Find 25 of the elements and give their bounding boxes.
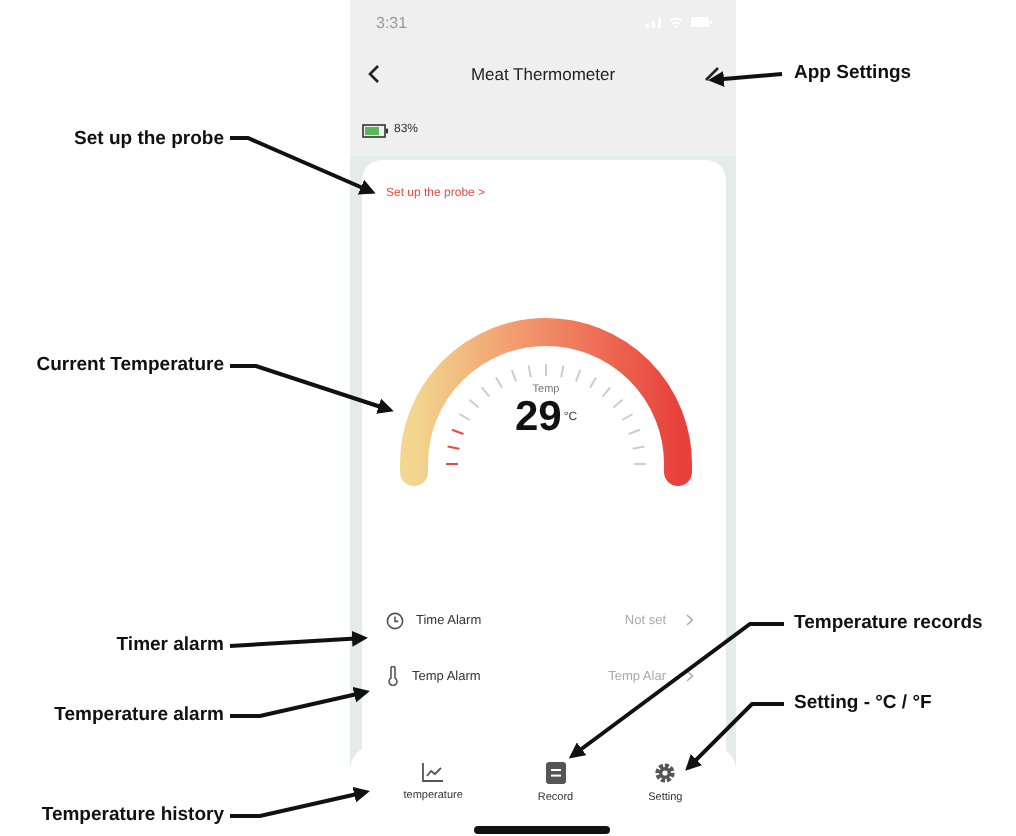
settings-icon — [654, 762, 677, 784]
back-icon[interactable] — [366, 64, 382, 84]
document-icon — [545, 762, 566, 784]
callout-arrow — [708, 71, 783, 87]
edit-icon[interactable] — [704, 66, 720, 82]
status-time: 3:31 — [376, 13, 408, 31]
thermometer-icon — [386, 666, 400, 686]
callout-arrow — [230, 686, 370, 718]
callout-label: Set up the probe — [74, 128, 224, 152]
callout-arrow — [230, 786, 370, 818]
chevron-icon — [686, 614, 694, 626]
callout-label: App Settings — [794, 62, 912, 86]
callout-label: Timer alarm — [116, 634, 224, 658]
callout-label: Setting - °C / °F — [794, 692, 932, 716]
callout-label: Temperature alarm — [54, 704, 224, 728]
clock-icon — [386, 611, 404, 629]
chevron-icon — [686, 670, 694, 682]
temperature-value: 29 — [514, 396, 562, 438]
callout-label: Current Temperature — [36, 354, 224, 378]
home-indicator — [474, 826, 610, 834]
callout-label: Temperature history — [41, 804, 224, 828]
callout-label: Temperature records — [794, 612, 983, 636]
screen-title: Meat Thermometer — [470, 64, 616, 84]
chart-icon — [422, 762, 445, 782]
callout-arrow — [229, 630, 368, 648]
